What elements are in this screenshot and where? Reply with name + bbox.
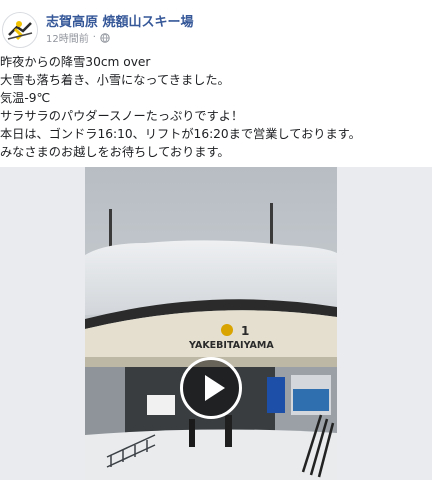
video-letterbox-right [337, 167, 432, 480]
play-icon [205, 375, 225, 401]
post-line: サラサラのパウダースノーたっぷりですよ！ [0, 109, 244, 123]
post-line: みなさまのお越しをお待ちしております。 [0, 145, 230, 159]
video-frame[interactable]: 1 YAKEBITAIYAMA [85, 167, 337, 480]
play-button[interactable] [180, 357, 242, 419]
post-line: 大雪も落ち着き、小雪になってきました。 [0, 73, 230, 87]
building-sign: YAKEBITAIYAMA [188, 340, 274, 351]
post-line: 昨夜からの降雪30cm over [0, 55, 151, 69]
post-line: 気温-9℃ [0, 91, 51, 105]
meta-separator: · [92, 32, 96, 43]
building-logo-icon [221, 324, 233, 336]
skier-logo-icon [3, 13, 37, 47]
post-header: 志賀高原 焼額山スキー場 12時間前 · [0, 0, 432, 52]
video-letterbox-left [0, 167, 85, 480]
building-number: 1 [241, 324, 249, 338]
video-thumbnail: 1 YAKEBITAIYAMA [85, 167, 337, 480]
post-timestamp[interactable]: 12時間前 [46, 30, 89, 45]
globe-icon [100, 32, 110, 43]
post-video-container[interactable]: 1 YAKEBITAIYAMA [0, 167, 432, 480]
post-line: 本日は、ゴンドラ16:10、リフトが16:20まで営業しております。 [0, 127, 361, 141]
post-meta: 12時間前 · [46, 30, 110, 45]
page-name-link[interactable]: 志賀高原 焼額山スキー場 [46, 11, 194, 30]
post-body: 昨夜からの降雪30cm over 大雪も落ち着き、小雪になってきました。 気温-… [0, 53, 432, 161]
page-avatar[interactable] [2, 12, 38, 48]
